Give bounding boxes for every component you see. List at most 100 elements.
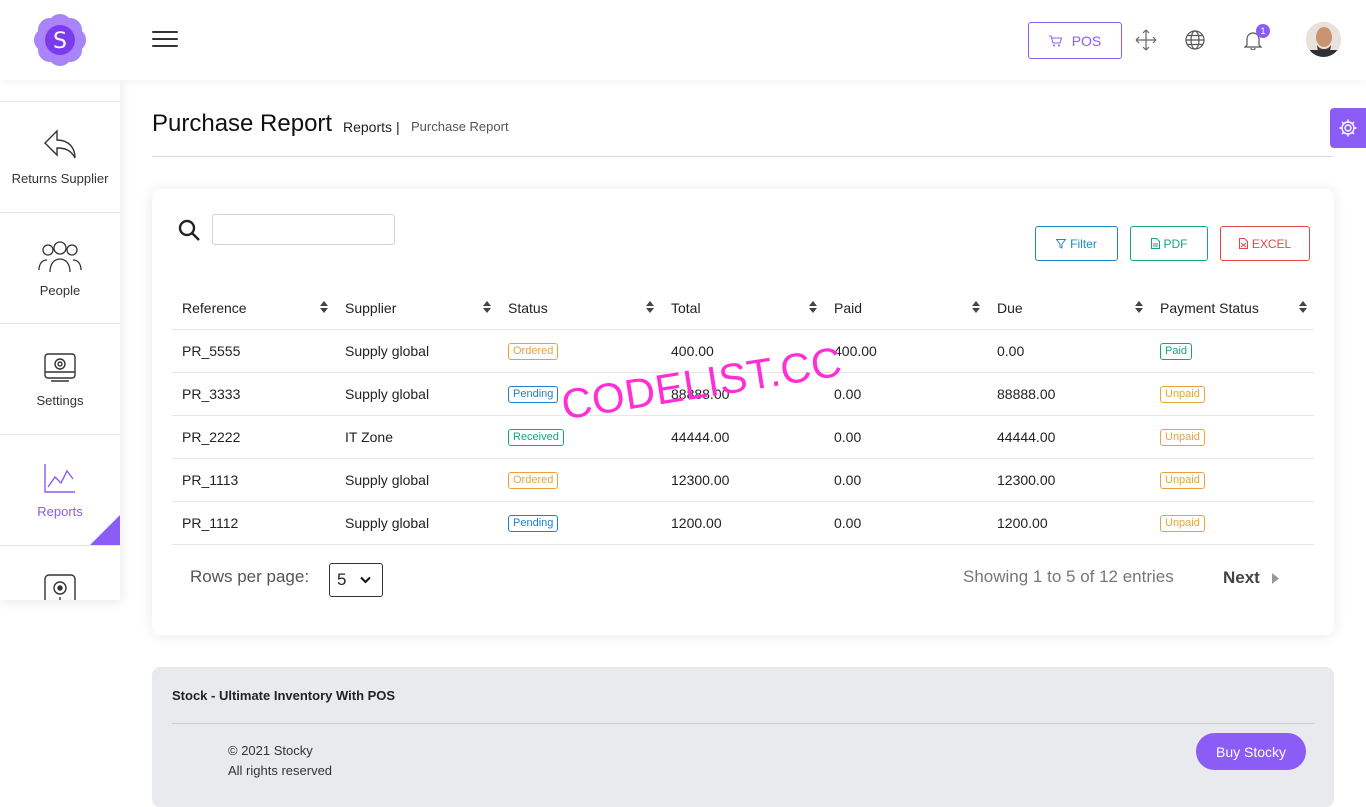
chart-line-icon (44, 463, 75, 493)
footer-divider (172, 723, 1315, 724)
payment-status-cell: Unpaid (1150, 501, 1314, 545)
page-title: Purchase Report (152, 110, 333, 137)
next-page-button[interactable]: Next (1223, 568, 1279, 588)
payment-status-badge: Paid (1160, 343, 1193, 360)
sidebar-item-reports[interactable]: Reports (0, 434, 120, 545)
column-header-total[interactable]: Total (661, 287, 824, 330)
column-header-payment-status[interactable]: Payment Status (1150, 287, 1314, 330)
breadcrumb-parent[interactable]: Reports (343, 119, 392, 135)
user-avatar[interactable] (1306, 22, 1341, 57)
customizer-gear-icon[interactable] (1330, 108, 1366, 148)
table-row[interactable]: PR_5555 Supply global Ordered 400.00 400… (172, 329, 1314, 373)
filter-button[interactable]: Filter (1035, 226, 1118, 261)
table-row[interactable]: PR_2222 IT Zone Received 44444.00 0.00 4… (172, 415, 1314, 459)
column-header-status[interactable]: Status (498, 287, 661, 330)
chevron-down-icon (360, 576, 372, 584)
reference-cell: PR_1113 (172, 458, 335, 502)
payment-status-badge: Unpaid (1160, 472, 1205, 489)
reference-cell: PR_3333 (172, 372, 335, 416)
status-badge: Ordered (508, 472, 559, 489)
table-row[interactable]: PR_1113 Supply global Ordered 12300.00 0… (172, 458, 1314, 502)
reference-cell: PR_5555 (172, 329, 335, 373)
sort-icon (646, 301, 654, 313)
divider (152, 156, 1333, 157)
table-row[interactable]: PR_3333 Supply global Pending 88888.00 0… (172, 372, 1314, 416)
supplier-cell: Supply global (335, 372, 498, 416)
brand-logo[interactable]: S (32, 12, 88, 68)
globe-icon[interactable] (1183, 28, 1207, 52)
people-icon (38, 240, 82, 272)
sort-icon (809, 301, 817, 313)
sidebar-item-returns-supplier[interactable]: Returns Supplier (0, 101, 120, 212)
sidebar-item-people[interactable]: People (0, 212, 120, 323)
column-header-paid[interactable]: Paid (824, 287, 987, 330)
column-header-due[interactable]: Due (987, 287, 1150, 330)
paid-cell: 0.00 (824, 415, 987, 459)
buy-button[interactable]: Buy Stocky (1196, 733, 1306, 770)
payment-status-badge: Unpaid (1160, 386, 1205, 403)
due-cell: 0.00 (987, 329, 1150, 373)
payment-status-badge: Unpaid (1160, 429, 1205, 446)
reference-cell: PR_1112 (172, 501, 335, 545)
safe-icon (44, 574, 76, 600)
filter-label: Filter (1070, 236, 1097, 251)
table-row[interactable]: PR_1112 Supply global Pending 1200.00 0.… (172, 501, 1314, 545)
top-header: S POS 1 (0, 0, 1366, 80)
active-indicator (90, 515, 120, 545)
due-cell: 44444.00 (987, 415, 1150, 459)
rows-per-page-select[interactable]: 5 (329, 563, 383, 597)
sidebar-item-label: People (39, 282, 81, 298)
status-cell: Pending (498, 501, 661, 545)
column-header-supplier[interactable]: Supplier (335, 287, 498, 330)
cart-icon (1048, 35, 1062, 46)
fullscreen-icon[interactable] (1134, 28, 1158, 52)
sidebar: Returns Supplier People Settings Reports (0, 80, 120, 600)
status-badge: Pending (508, 515, 559, 532)
search-icon (178, 219, 202, 247)
report-card: Filter PDF EXCEL Reference Supplier Stat… (152, 189, 1334, 635)
total-cell: 44444.00 (661, 415, 824, 459)
excel-button[interactable]: EXCEL (1220, 226, 1310, 261)
payment-status-cell: Unpaid (1150, 458, 1314, 502)
paid-cell: 400.00 (824, 329, 987, 373)
search-input[interactable] (212, 214, 395, 245)
chevron-right-icon (1271, 572, 1279, 584)
total-cell: 1200.00 (661, 501, 824, 545)
menu-toggle-icon[interactable] (152, 31, 178, 49)
sort-icon (1135, 301, 1143, 313)
rows-per-page-value: 5 (337, 570, 347, 589)
pdf-file-icon (1150, 238, 1160, 249)
status-badge: Ordered (508, 343, 559, 360)
status-badge: Pending (508, 386, 559, 403)
reference-cell: PR_2222 (172, 415, 335, 459)
purchase-report-table: Reference Supplier Status Total Paid Due… (172, 287, 1314, 545)
pdf-button[interactable]: PDF (1130, 226, 1208, 261)
supplier-cell: Supply global (335, 458, 498, 502)
sidebar-item-label: Reports (37, 503, 83, 519)
sidebar-item-safe[interactable] (0, 545, 120, 600)
payment-status-badge: Unpaid (1160, 515, 1205, 532)
footer-copyright: © 2021 Stocky All rights reserved (228, 741, 332, 781)
sidebar-item-label: Settings (36, 392, 84, 408)
supplier-cell: IT Zone (335, 415, 498, 459)
breadcrumb-separator: | (396, 119, 400, 135)
status-cell: Received (498, 415, 661, 459)
pos-button[interactable]: POS (1028, 22, 1122, 59)
reply-arrow-icon (44, 128, 76, 158)
settings-icon (44, 352, 76, 382)
notification-badge: 1 (1256, 24, 1270, 38)
sort-icon (1299, 301, 1307, 313)
status-cell: Ordered (498, 458, 661, 502)
column-header-reference[interactable]: Reference (172, 287, 335, 330)
pagination-info: Showing 1 to 5 of 12 entries (963, 567, 1174, 586)
paid-cell: 0.00 (824, 458, 987, 502)
footer: Stock - Ultimate Inventory With POS © 20… (152, 667, 1334, 807)
total-cell: 400.00 (661, 329, 824, 373)
sidebar-item-settings[interactable]: Settings (0, 323, 120, 434)
payment-status-cell: Paid (1150, 329, 1314, 373)
payment-status-cell: Unpaid (1150, 372, 1314, 416)
sort-icon (320, 301, 328, 313)
supplier-cell: Supply global (335, 329, 498, 373)
sort-icon (483, 301, 491, 313)
footer-title: Stock - Ultimate Inventory With POS (172, 688, 396, 703)
